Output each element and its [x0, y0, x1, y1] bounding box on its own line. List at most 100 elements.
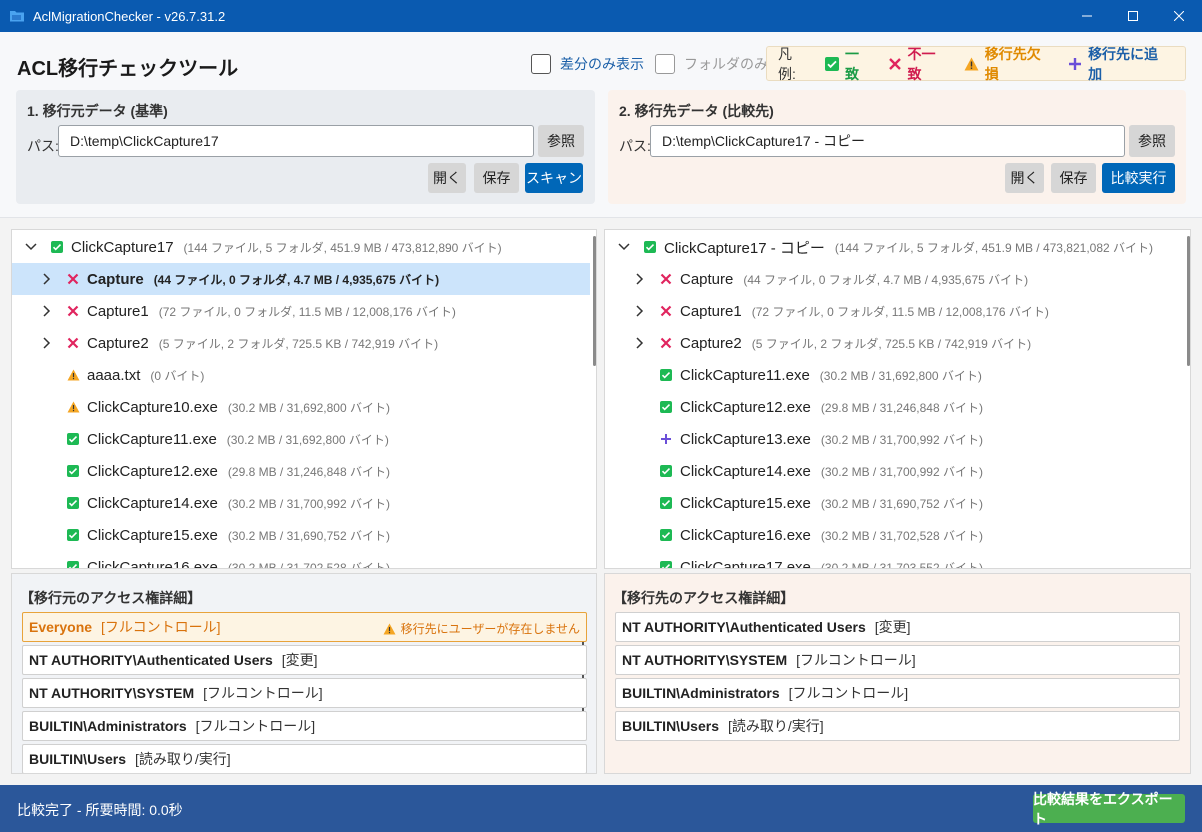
tree-row[interactable]: Capture2 (5 ファイル, 2 フォルダ, 725.5 KB / 742,…	[12, 327, 590, 359]
tree-item-meta: (30.2 MB / 31,690,752 バイト)	[227, 528, 390, 543]
tree-item-meta: (29.8 MB / 31,246,848 バイト)	[820, 400, 983, 415]
source-open-button[interactable]: 開く	[428, 163, 466, 193]
chevron-down-icon[interactable]	[617, 243, 631, 251]
compare-button[interactable]: 比較実行	[1102, 163, 1175, 193]
tree-item-name: ClickCapture12.exe	[680, 398, 811, 416]
cross-icon	[659, 305, 673, 317]
acl-entry[interactable]: NT AUTHORITY\SYSTEM [フルコントロール]	[615, 645, 1180, 675]
tree-row[interactable]: Capture (44 ファイル, 0 フォルダ, 4.7 MB / 4,935,…	[605, 263, 1183, 295]
chevron-right-icon[interactable]	[633, 305, 647, 317]
tree-row[interactable]: Capture2 (5 ファイル, 2 フォルダ, 725.5 KB / 742,…	[605, 327, 1183, 359]
check-icon	[659, 497, 673, 509]
title-bar: AclMigrationChecker - v26.7.31.2	[0, 0, 1202, 32]
target-acl-title: 【移行先のアクセス権詳細】	[613, 590, 795, 606]
minimize-button[interactable]	[1064, 0, 1110, 32]
tree-row[interactable]: ClickCapture13.exe (30.2 MB / 31,700,992 …	[605, 423, 1183, 455]
tree-row[interactable]: ClickCapture11.exe (30.2 MB / 31,692,800 …	[12, 423, 590, 455]
warning-icon	[66, 401, 80, 413]
tree-row[interactable]: ClickCapture11.exe (30.2 MB / 31,692,800 …	[605, 359, 1183, 391]
source-browse-button[interactable]: 参照	[538, 125, 584, 157]
acl-permission: [フルコントロール]	[101, 619, 221, 635]
acl-permission: [フルコントロール]	[788, 685, 909, 701]
plus-icon	[1068, 57, 1082, 71]
maximize-button[interactable]	[1110, 0, 1156, 32]
check-icon	[643, 241, 657, 253]
warning-icon	[66, 369, 80, 381]
chevron-right-icon[interactable]	[40, 305, 54, 317]
tree-item-meta: (30.2 MB / 31,703,552 バイト)	[820, 560, 983, 569]
legend-mismatch: 不一致	[888, 44, 948, 84]
legend-label: 凡例:	[778, 45, 796, 82]
tree-item-name: ClickCapture17.exe	[680, 558, 811, 569]
source-tree-scrollbar[interactable]	[593, 236, 596, 366]
tree-row[interactable]: ClickCapture17 (144 ファイル, 5 フォルダ, 451.9 M…	[12, 231, 590, 263]
acl-entry[interactable]: BUILTIN\Administrators [フルコントロール]	[22, 711, 587, 741]
check-icon	[66, 465, 80, 477]
check-icon	[66, 433, 80, 445]
tree-item-meta: (72 ファイル, 0 フォルダ, 11.5 MB / 12,008,176 バ…	[158, 304, 456, 319]
source-path-input[interactable]: D:\temp\ClickCapture17	[58, 125, 534, 157]
plus-icon	[659, 433, 673, 445]
source-tree[interactable]: ClickCapture16.exe (30.2 MB / 31,702,528 …	[11, 229, 597, 569]
tree-row[interactable]: ClickCapture12.exe (29.8 MB / 31,246,848 …	[605, 391, 1183, 423]
chevron-right-icon[interactable]	[40, 337, 54, 349]
tree-row[interactable]: aaaa.txt (0 バイト)	[12, 359, 590, 391]
tree-row[interactable]: ClickCapture12.exe (29.8 MB / 31,246,848 …	[12, 455, 590, 487]
tree-row[interactable]: ClickCapture17.exe (30.2 MB / 31,703,552 …	[605, 551, 1183, 569]
acl-entry[interactable]: NT AUTHORITY\Authenticated Users [変更]	[615, 612, 1180, 642]
tree-item-name: ClickCapture16.exe	[680, 526, 811, 544]
acl-entry[interactable]: BUILTIN\Users [読み取り/実行]	[615, 711, 1180, 741]
tree-row[interactable]: ClickCapture14.exe (30.2 MB / 31,700,992 …	[605, 455, 1183, 487]
tree-item-name: ClickCapture10.exe	[87, 398, 218, 416]
close-button[interactable]	[1156, 0, 1202, 32]
tree-row[interactable]: ClickCapture16.exe (30.2 MB / 31,702,528 …	[605, 519, 1183, 551]
diff-only-checkbox[interactable]: 差分のみ表示	[531, 54, 644, 74]
tree-item-name: ClickCapture17	[71, 238, 174, 256]
export-button[interactable]: 比較結果をエクスポート	[1033, 791, 1185, 827]
acl-entry[interactable]: NT AUTHORITY\Authenticated Users [変更]	[22, 645, 587, 675]
tree-row[interactable]: ClickCapture16.exe (30.2 MB / 31,702,528 …	[12, 551, 590, 568]
target-open-button[interactable]: 開く	[1005, 163, 1044, 193]
app-title: ACL移行チェックツール	[17, 58, 239, 80]
acl-entry[interactable]: NT AUTHORITY\SYSTEM [フルコントロール]	[22, 678, 587, 708]
tree-row[interactable]: Capture (44 ファイル, 0 フォルダ, 4.7 MB / 4,935,…	[12, 263, 590, 295]
tree-row[interactable]: ClickCapture14.exe (30.2 MB / 31,700,992 …	[12, 487, 590, 519]
acl-permission: [変更]	[874, 619, 911, 635]
tree-item-name: Capture1	[87, 302, 149, 320]
folder-only-checkbox[interactable]: フォルダのみ	[655, 54, 768, 74]
tree-item-meta: (30.2 MB / 31,700,992 バイト)	[820, 464, 983, 479]
maximize-icon	[1128, 11, 1138, 21]
tree-row[interactable]: Capture1 (72 ファイル, 0 フォルダ, 11.5 MB / 12,0…	[12, 295, 590, 327]
acl-entry[interactable]: Everyone [フルコントロール] 移行先にユーザーが存在しません	[22, 612, 587, 642]
target-tree-scrollbar[interactable]	[1187, 236, 1190, 366]
source-save-button[interactable]: 保存	[474, 163, 519, 193]
check-icon	[824, 56, 839, 71]
target-tree[interactable]: ClickCapture17.exe (30.2 MB / 31,703,552 …	[604, 229, 1191, 569]
chevron-right-icon[interactable]	[633, 337, 647, 349]
diff-only-label: 差分のみ表示	[560, 56, 644, 72]
tree-row[interactable]: Capture1 (72 ファイル, 0 フォルダ, 11.5 MB / 12,0…	[605, 295, 1183, 327]
target-save-button[interactable]: 保存	[1051, 163, 1096, 193]
checkbox-box[interactable]	[531, 54, 551, 74]
tree-item-name: ClickCapture14.exe	[87, 494, 218, 512]
tree-item-name: Capture2	[680, 334, 742, 352]
acl-entry[interactable]: BUILTIN\Users [読み取り/実行]	[22, 744, 587, 773]
legend-missing-label: 移行先欠損	[984, 45, 1041, 82]
acl-entry[interactable]: BUILTIN\Administrators [フルコントロール]	[615, 678, 1180, 708]
cross-icon	[659, 337, 673, 349]
scan-button[interactable]: スキャン	[525, 163, 583, 193]
tree-row[interactable]: ClickCapture15.exe (30.2 MB / 31,690,752 …	[12, 519, 590, 551]
chevron-down-icon[interactable]	[24, 243, 38, 251]
status-bar: 比較完了 - 所要時間: 0.0秒 比較結果をエクスポート	[0, 785, 1202, 832]
tree-row[interactable]: ClickCapture10.exe (30.2 MB / 31,692,800 …	[12, 391, 590, 423]
target-browse-button[interactable]: 参照	[1129, 125, 1175, 157]
target-path-input[interactable]: D:\temp\ClickCapture17 - コピー	[650, 125, 1125, 157]
chevron-right-icon[interactable]	[633, 273, 647, 285]
tree-row[interactable]: ClickCapture15.exe (30.2 MB / 31,690,752 …	[605, 487, 1183, 519]
close-icon	[1174, 11, 1184, 21]
source-acl-title: 【移行元のアクセス権詳細】	[20, 590, 202, 606]
checkbox-box[interactable]	[655, 54, 675, 74]
acl-principal: NT AUTHORITY\SYSTEM	[29, 685, 195, 701]
tree-row[interactable]: ClickCapture17 - コピー (144 ファイル, 5 フォルダ, 4…	[605, 231, 1183, 263]
chevron-right-icon[interactable]	[40, 273, 54, 285]
